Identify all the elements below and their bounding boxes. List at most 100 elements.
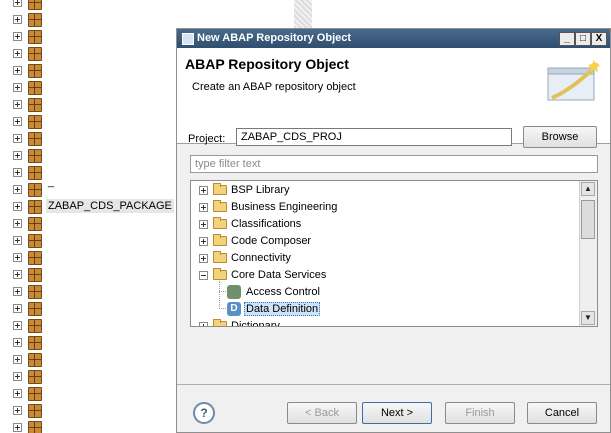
tree-item[interactable]: Core Data Services — [191, 267, 571, 284]
scroll-up-arrow-icon[interactable]: ▲ — [581, 182, 595, 196]
window-title: New ABAP Repository Object — [197, 32, 352, 44]
expand-icon[interactable] — [13, 32, 22, 41]
package-icon — [28, 183, 42, 197]
expand-icon[interactable] — [13, 151, 22, 160]
cancel-button[interactable]: Cancel — [527, 402, 597, 424]
folder-icon — [213, 183, 227, 195]
package-tree-row[interactable] — [13, 28, 176, 45]
filter-input[interactable] — [190, 155, 598, 173]
wizard-icon — [547, 60, 600, 101]
package-tree-row[interactable] — [13, 0, 176, 11]
expand-icon[interactable] — [13, 185, 22, 194]
expand-icon[interactable] — [13, 236, 22, 245]
package-icon — [28, 234, 42, 248]
package-tree-row[interactable] — [13, 113, 176, 130]
tree-item[interactable]: Code Composer — [191, 233, 571, 250]
tree-item[interactable]: Dictionary — [191, 318, 571, 326]
expand-icon[interactable] — [13, 355, 22, 364]
expand-icon[interactable] — [13, 117, 22, 126]
expand-icon[interactable] — [13, 100, 22, 109]
package-tree-row[interactable] — [13, 283, 176, 300]
expand-icon[interactable] — [13, 134, 22, 143]
expand-icon[interactable] — [13, 338, 22, 347]
tree-item[interactable]: D Data Definition — [191, 301, 571, 318]
package-icon — [28, 81, 42, 95]
close-button[interactable]: X — [591, 32, 607, 46]
back-button[interactable]: < Back — [287, 402, 357, 424]
package-tree-row[interactable] — [13, 62, 176, 79]
tree-item[interactable]: BSP Library — [191, 182, 571, 199]
collapse-icon[interactable] — [199, 271, 208, 280]
tree-item[interactable]: Business Engineering — [191, 199, 571, 216]
package-tree-row[interactable] — [13, 164, 176, 181]
package-icon — [28, 404, 42, 418]
package-tree-row[interactable] — [13, 419, 176, 433]
package-tree-row[interactable]: ZABAP_CDS_PACKAGE — [13, 198, 176, 215]
expand-icon[interactable] — [13, 83, 22, 92]
package-tree-row[interactable] — [13, 232, 176, 249]
object-type-tree[interactable]: BSP Library Business Engineering Classific… — [190, 180, 598, 327]
expand-icon[interactable] — [13, 389, 22, 398]
package-tree-row[interactable] — [13, 385, 176, 402]
editor-scrollbar-strip — [294, 0, 312, 28]
data-definition-icon: D — [227, 302, 241, 316]
tree-item[interactable]: Access Control — [191, 284, 571, 301]
package-tree-row[interactable] — [13, 11, 176, 28]
expand-icon[interactable] — [13, 49, 22, 58]
expand-icon[interactable] — [13, 0, 22, 7]
scroll-down-arrow-icon[interactable]: ▼ — [581, 311, 595, 325]
package-tree-row[interactable] — [13, 79, 176, 96]
browse-button[interactable]: Browse — [523, 126, 597, 148]
package-tree-row[interactable] — [13, 402, 176, 419]
package-tree-row[interactable] — [13, 45, 176, 62]
expand-icon[interactable] — [13, 219, 22, 228]
package-tree-row[interactable] — [13, 317, 176, 334]
expand-icon[interactable] — [13, 321, 22, 330]
package-tree-row[interactable] — [13, 147, 176, 164]
folder-icon — [213, 234, 227, 246]
expand-icon[interactable] — [13, 202, 22, 211]
minimize-button[interactable]: _ — [559, 32, 575, 46]
tree-item-label: Business Engineering — [231, 201, 338, 213]
expand-icon[interactable] — [199, 186, 208, 195]
package-tree-row[interactable]: _ — [13, 176, 176, 198]
expand-icon[interactable] — [13, 372, 22, 381]
tree-item[interactable]: Classifications — [191, 216, 571, 233]
expand-icon[interactable] — [13, 168, 22, 177]
project-input[interactable] — [236, 128, 512, 146]
finish-button[interactable]: Finish — [445, 402, 515, 424]
scrollbar-thumb[interactable] — [581, 200, 595, 239]
package-tree-row[interactable] — [13, 249, 176, 266]
expand-icon[interactable] — [13, 270, 22, 279]
tree-scrollbar[interactable]: ▲ ▼ — [579, 181, 597, 326]
dialog-titlebar[interactable]: New ABAP Repository Object _ □ X — [177, 29, 610, 48]
folder-icon — [213, 251, 227, 263]
help-button[interactable]: ? — [193, 402, 215, 424]
package-tree-row[interactable] — [13, 215, 176, 232]
expand-icon[interactable] — [199, 237, 208, 246]
package-tree-row[interactable] — [13, 334, 176, 351]
expand-icon[interactable] — [13, 406, 22, 415]
package-tree-row[interactable] — [13, 266, 176, 283]
package-tree-row[interactable] — [13, 351, 176, 368]
expand-icon[interactable] — [199, 254, 208, 263]
next-button[interactable]: Next > — [362, 402, 432, 424]
expand-icon[interactable] — [13, 287, 22, 296]
expand-icon[interactable] — [13, 423, 22, 432]
maximize-button[interactable]: □ — [575, 32, 591, 46]
package-tree-row[interactable] — [13, 300, 176, 317]
expand-icon[interactable] — [13, 66, 22, 75]
folder-icon — [213, 217, 227, 229]
expand-icon[interactable] — [199, 220, 208, 229]
package-tree-row[interactable] — [13, 368, 176, 385]
expand-icon[interactable] — [199, 203, 208, 212]
expand-icon[interactable] — [199, 322, 208, 326]
package-tree-row[interactable] — [13, 96, 176, 113]
expand-icon[interactable] — [13, 304, 22, 313]
tree-item[interactable]: Connectivity — [191, 250, 571, 267]
package-label-selected[interactable]: ZABAP_CDS_PACKAGE — [46, 199, 174, 213]
tree-item-label: Connectivity — [231, 252, 291, 264]
package-tree-row[interactable] — [13, 130, 176, 147]
expand-icon[interactable] — [13, 253, 22, 262]
expand-icon[interactable] — [13, 15, 22, 24]
